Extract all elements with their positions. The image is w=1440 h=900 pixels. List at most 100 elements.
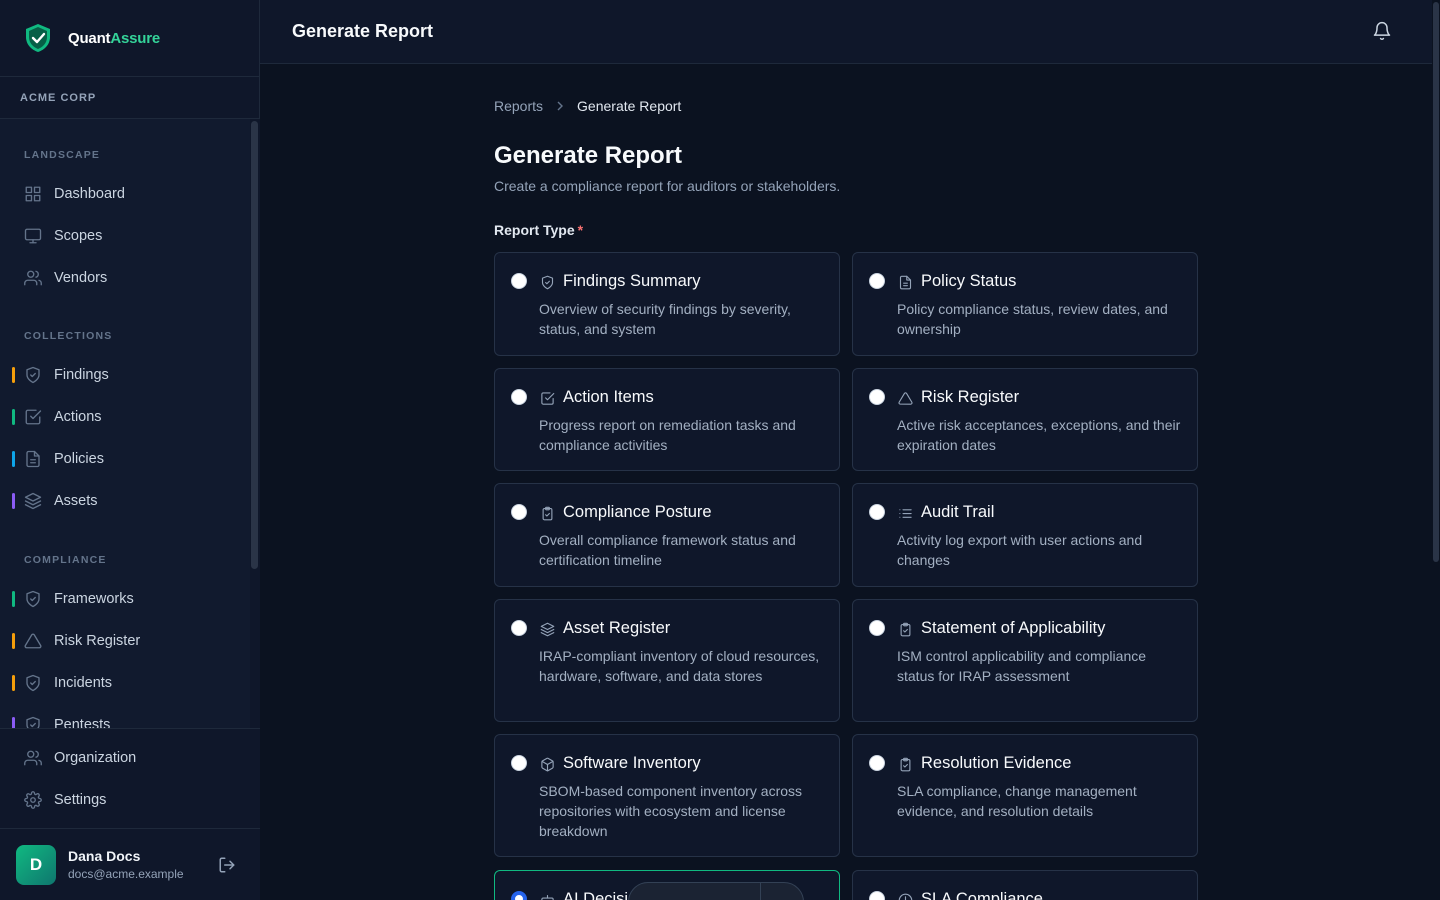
grid-icon-wrap bbox=[24, 185, 42, 203]
org-name: ACME CORP bbox=[20, 91, 97, 104]
header-title: Generate Report bbox=[292, 21, 434, 41]
sidebar-item-policies[interactable]: Policies bbox=[0, 438, 250, 480]
nav-accent-bar bbox=[12, 493, 15, 509]
breadcrumb-reports-link[interactable]: Reports bbox=[494, 98, 543, 114]
sidebar-item-label: Settings bbox=[54, 792, 107, 808]
report-type-option[interactable]: Compliance Posture Overall compliance fra… bbox=[494, 483, 840, 587]
sidebar-item-incidents[interactable]: Incidents bbox=[0, 662, 250, 704]
page-scrollbar-thumb[interactable] bbox=[1433, 2, 1439, 562]
report-type-radio[interactable] bbox=[511, 389, 527, 405]
sidebar-item-label: Policies bbox=[54, 451, 104, 467]
sidebar-item-label: Incidents bbox=[54, 675, 113, 691]
report-type-title: Resolution Evidence bbox=[921, 754, 1072, 772]
report-type-radio[interactable] bbox=[511, 620, 527, 636]
sidebar-item-assets[interactable]: Assets bbox=[0, 480, 250, 522]
alert-triangle-icon bbox=[898, 391, 913, 406]
shield-icon bbox=[26, 716, 40, 728]
report-type-option[interactable]: Findings Summary Overview of security fin… bbox=[494, 252, 840, 356]
users-icon-wrap bbox=[24, 749, 42, 767]
report-type-option[interactable]: Action Items Progress report on remediati… bbox=[494, 368, 840, 471]
report-type-radio[interactable] bbox=[869, 273, 885, 289]
chevron-right-icon bbox=[557, 101, 564, 111]
sidebar-bottom-nav: Organization Settings bbox=[0, 728, 260, 828]
report-type-radio[interactable] bbox=[869, 620, 885, 636]
report-type-radio[interactable] bbox=[869, 755, 885, 771]
check-square-icon bbox=[25, 409, 42, 425]
sidebar-item-settings[interactable]: Settings bbox=[0, 779, 260, 821]
sidebar-item-dashboard[interactable]: Dashboard bbox=[0, 173, 250, 215]
shield-icon-wrap bbox=[24, 366, 42, 384]
sidebar-item-vendors[interactable]: Vendors bbox=[0, 257, 250, 299]
file-icon-wrap bbox=[24, 450, 42, 468]
report-type-option[interactable]: Statement of Applicability ISM control ap… bbox=[852, 599, 1198, 722]
sidebar-item-actions[interactable]: Actions bbox=[0, 396, 250, 438]
top-bar: Generate Report bbox=[260, 0, 1432, 64]
alert-triangle-icon bbox=[24, 633, 42, 649]
report-type-radio[interactable] bbox=[511, 504, 527, 520]
sidebar-scrollbar-thumb[interactable] bbox=[251, 121, 258, 569]
layers-icon bbox=[540, 622, 555, 637]
report-type-title: Findings Summary bbox=[563, 272, 701, 290]
sidebar-item-pentests[interactable]: Pentests bbox=[0, 704, 250, 728]
report-type-radio[interactable] bbox=[869, 504, 885, 520]
report-type-radio[interactable] bbox=[869, 891, 885, 900]
page-scrollbar[interactable] bbox=[1432, 0, 1440, 900]
clock-icon bbox=[898, 893, 913, 900]
report-type-title: Risk Register bbox=[921, 388, 1020, 406]
sidebar-item-organization[interactable]: Organization bbox=[0, 737, 260, 779]
shield-icon-wrap bbox=[24, 590, 42, 608]
report-type-option[interactable]: SLA Compliance bbox=[852, 870, 1198, 900]
report-type-option[interactable]: Asset Register IRAP-compliant inventory o… bbox=[494, 599, 840, 722]
report-type-title: Action Items bbox=[563, 388, 654, 406]
report-type-option[interactable]: Software Inventory SBOM-based component i… bbox=[494, 734, 840, 857]
report-type-option[interactable]: Risk Register Active risk acceptances, ex… bbox=[852, 368, 1198, 471]
shield-icon-wrap bbox=[24, 716, 42, 728]
report-type-description: IRAP-compliant inventory of cloud resour… bbox=[539, 648, 820, 684]
sidebar-item-frameworks[interactable]: Frameworks bbox=[0, 578, 250, 620]
monitor-icon bbox=[24, 228, 42, 244]
brand[interactable]: QuantAssure bbox=[0, 0, 259, 77]
floating-toolbar[interactable] bbox=[628, 882, 804, 900]
sidebar-item-label: Actions bbox=[54, 409, 102, 425]
report-type-option[interactable]: Resolution Evidence SLA compliance, chang… bbox=[852, 734, 1198, 857]
report-type-label: Report Type * bbox=[494, 222, 584, 238]
sidebar-item-scopes[interactable]: Scopes bbox=[0, 215, 250, 257]
alert-triangle-icon-wrap bbox=[24, 632, 42, 650]
layers-icon bbox=[24, 492, 42, 510]
report-type-description: SBOM-based component inventory across re… bbox=[539, 783, 803, 839]
nav-accent-bar bbox=[12, 367, 15, 383]
list-icon bbox=[899, 509, 912, 518]
org-switcher[interactable]: ACME CORP bbox=[0, 77, 259, 119]
users-icon bbox=[24, 750, 42, 766]
bell-icon[interactable] bbox=[1372, 20, 1392, 42]
sidebar-item-risk-register[interactable]: Risk Register bbox=[0, 620, 250, 662]
avatar[interactable]: D bbox=[16, 844, 56, 885]
report-type-description: ISM control applicability and compliance… bbox=[897, 648, 1147, 684]
sidebar-nav: LANDSCAPE Dashboard Scopes Vendors COLLECTIO… bbox=[0, 119, 250, 728]
user-name: Dana Docs bbox=[68, 848, 141, 864]
report-type-title: AI Decisi bbox=[563, 890, 629, 900]
user-profile: D Dana Docs docs@acme.example bbox=[0, 828, 260, 900]
gear-icon bbox=[24, 791, 42, 809]
report-type-radio[interactable] bbox=[511, 273, 527, 289]
report-type-title: Asset Register bbox=[563, 619, 671, 637]
page-subtitle: Create a compliance report for auditors … bbox=[494, 178, 841, 194]
report-type-description: Policy compliance status, review dates, … bbox=[897, 301, 1168, 337]
report-type-title: Audit Trail bbox=[921, 503, 995, 521]
report-type-option[interactable]: Audit Trail Activity log export with user… bbox=[852, 483, 1198, 587]
file-icon bbox=[898, 275, 913, 290]
sidebar-item-findings[interactable]: Findings bbox=[0, 354, 250, 396]
sidebar-item-label: Vendors bbox=[54, 270, 108, 286]
report-type-radio[interactable] bbox=[869, 389, 885, 405]
package-icon bbox=[541, 757, 554, 772]
report-type-radio[interactable] bbox=[511, 755, 527, 771]
logout-icon[interactable] bbox=[218, 856, 236, 874]
report-type-radio[interactable] bbox=[511, 891, 527, 900]
sidebar-scrollbar[interactable] bbox=[250, 119, 260, 728]
report-type-description: Overview of security findings by severit… bbox=[539, 301, 791, 337]
sidebar-item-label: Assets bbox=[54, 493, 98, 509]
shield-icon bbox=[26, 590, 40, 608]
check-square-icon bbox=[541, 392, 555, 405]
nav-accent-bar bbox=[12, 633, 15, 649]
report-type-option[interactable]: Policy Status Policy compliance status, r… bbox=[852, 252, 1198, 356]
